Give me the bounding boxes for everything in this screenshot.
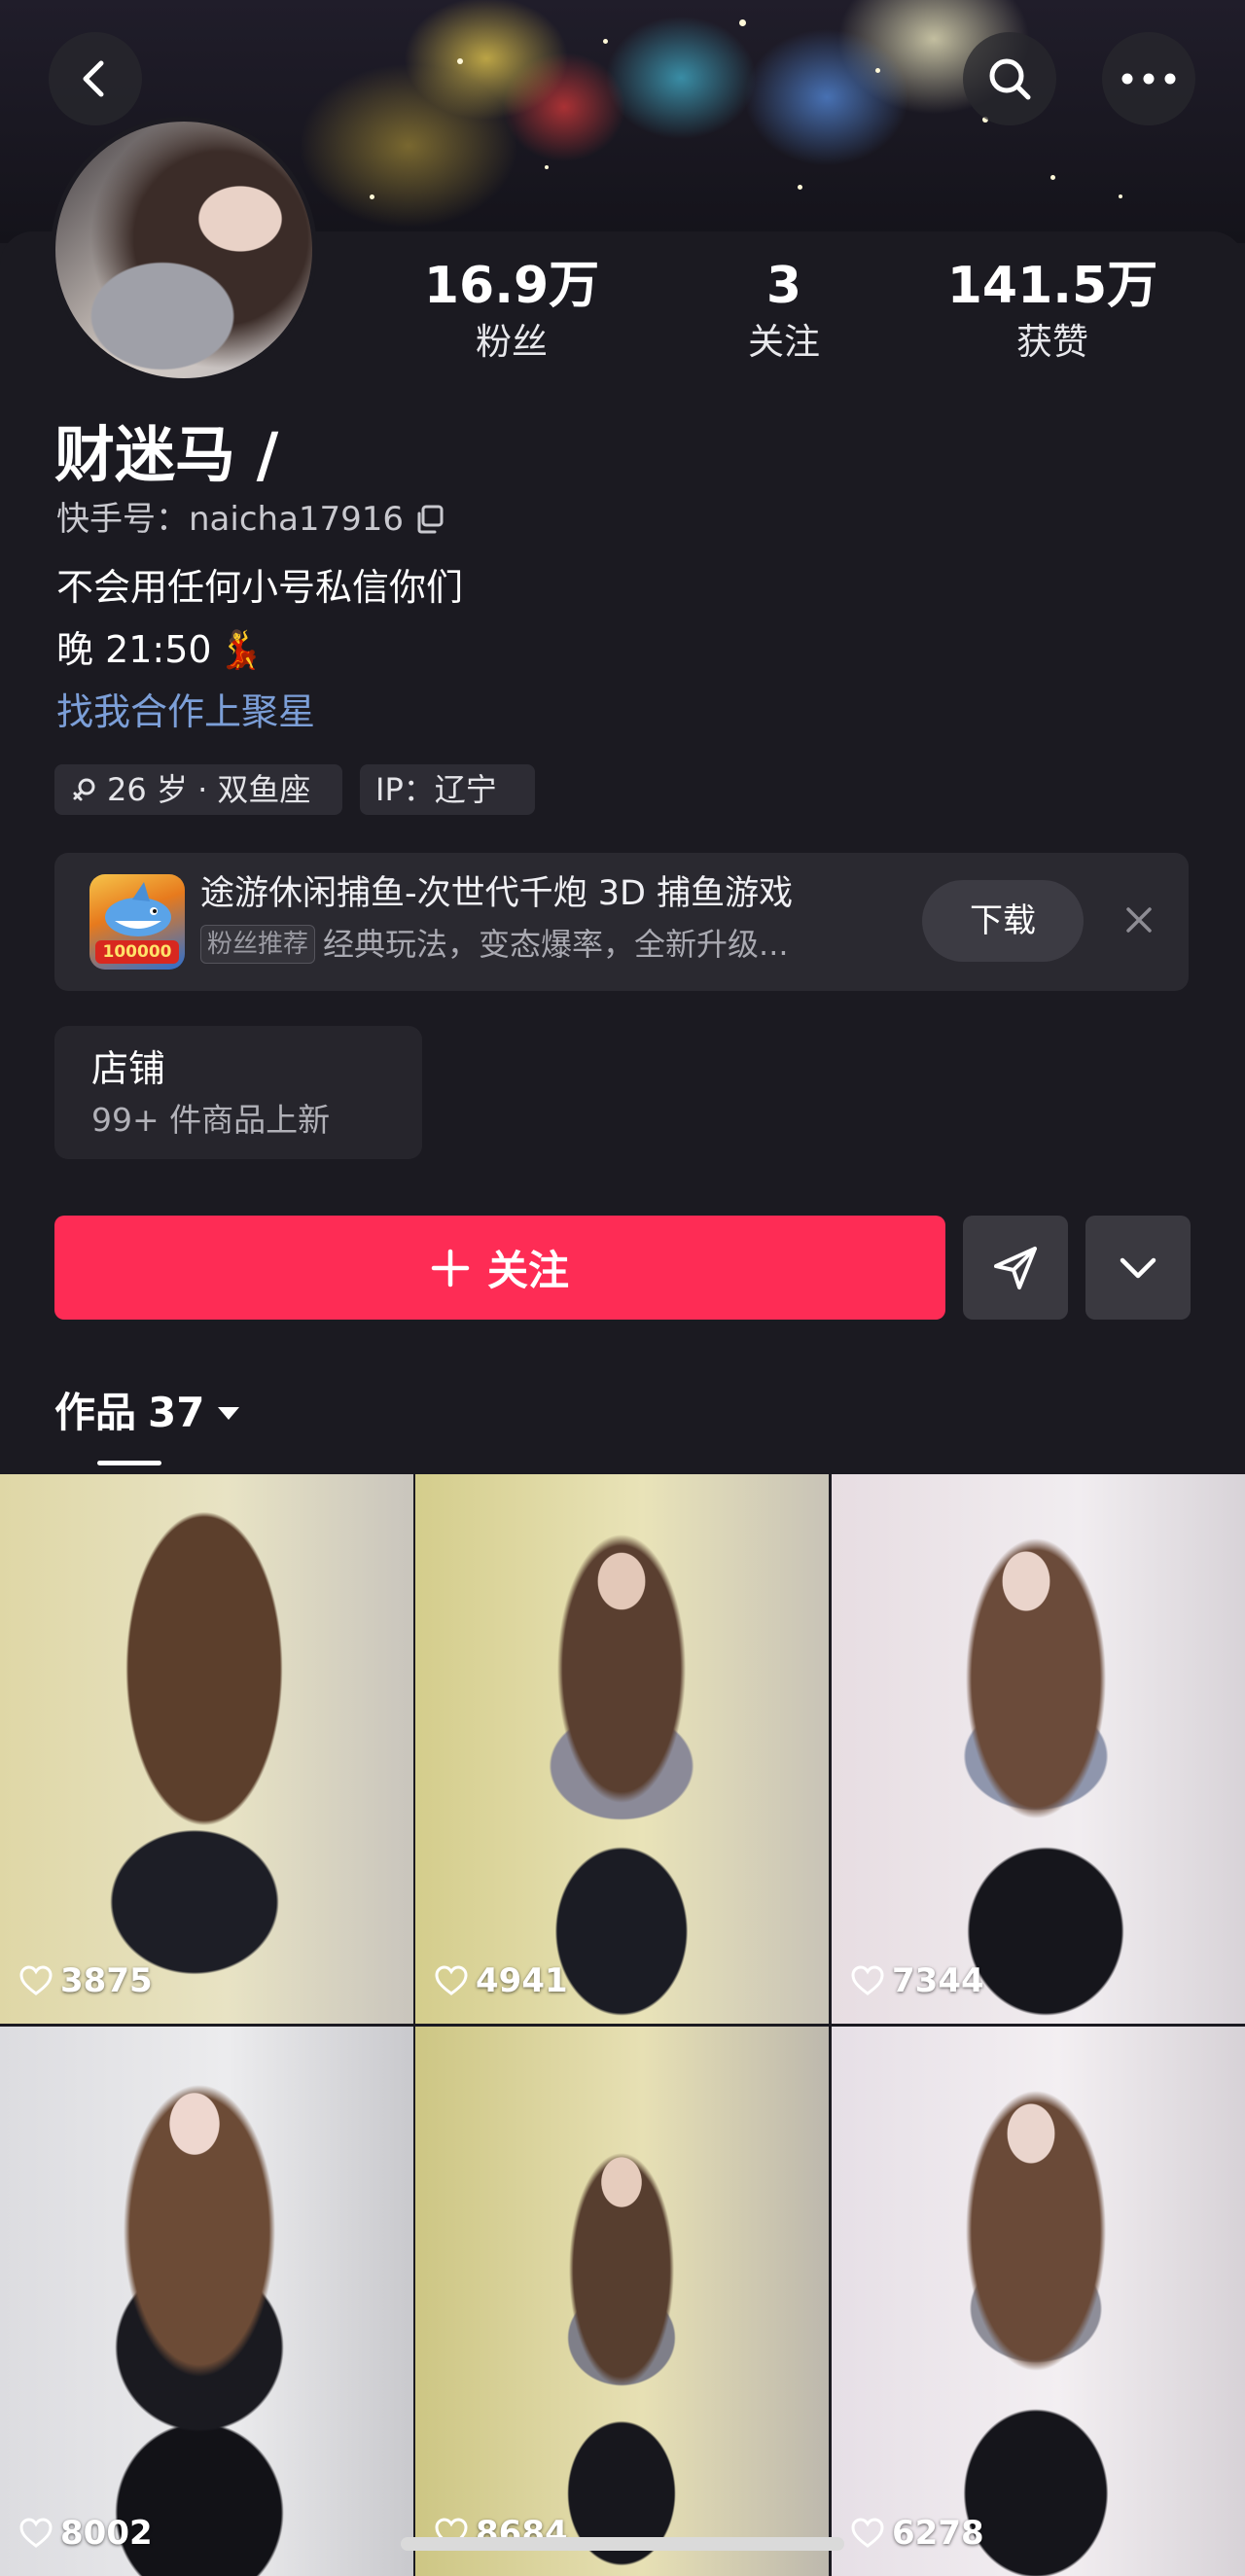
like-count-value: 8002 [60,2514,153,2553]
like-count-value: 4941 [476,1961,568,2000]
like-count: 7344 [851,1961,984,2000]
stat-following[interactable]: 3 关注 [677,255,891,368]
ad-card[interactable]: 100000 途游休闲捕鱼-次世代千炮 3D 捕鱼游戏 粉丝推荐 经典玩法，变态… [54,853,1189,991]
like-count: 4941 [435,1961,568,2000]
video-thumbnail[interactable]: 7344 [832,1474,1245,2024]
bio-line-1: 不会用任何小号私信你们 [56,566,464,609]
ad-subtitle-row: 粉丝推荐 经典玩法，变态爆率，全新升级... [200,923,789,966]
stat-value: 16.9万 [423,257,600,315]
tab-works-label: 作品 [54,1389,137,1436]
dancer-emoji: 💃 [217,628,264,671]
copy-icon[interactable] [413,503,446,536]
ad-close-button[interactable] [1115,896,1163,944]
like-count: 6278 [851,2514,984,2553]
stat-likes[interactable]: 141.5万 获赞 [945,255,1159,368]
send-icon [994,1246,1037,1289]
ad-badge: 粉丝推荐 [200,925,316,964]
plus-icon [431,1249,470,1287]
age-tag: 26 岁 · 双鱼座 [54,764,342,815]
heart-icon [435,1965,468,1995]
video-thumbnail[interactable]: 4941 [415,1474,829,2024]
more-button[interactable] [1102,32,1195,125]
like-count-value: 3875 [60,1961,153,2000]
video-thumbnail[interactable]: 3875 [0,1474,413,2024]
video-thumbnail[interactable]: 8684 [415,2027,829,2576]
bio-link[interactable]: 找我合作上聚星 [56,687,315,737]
avatar[interactable] [51,117,317,383]
stat-label: 粉丝 [476,321,548,363]
kuaishou-id-text: 快手号：naicha17916 [56,500,405,539]
video-thumbnail[interactable]: 6278 [832,2027,1245,2576]
shark-icon [105,882,171,936]
follow-button[interactable]: 关注 [54,1216,945,1320]
shop-subtitle: 99+ 件商品上新 [91,1101,331,1139]
stat-value: 3 [765,257,802,315]
chevron-down-icon [1120,1257,1156,1278]
ip-tag: IP：辽宁 [360,764,535,815]
more-horizontal-icon [1121,73,1176,85]
caret-down-icon [218,1407,240,1420]
tab-works-count: 37 [148,1389,205,1436]
shop-card[interactable]: 店铺 99+ 件商品上新 [54,1026,422,1159]
like-count-value: 7344 [892,1961,984,2000]
female-icon [73,778,95,801]
stat-label: 获赞 [1016,321,1088,363]
stat-label: 关注 [748,321,820,363]
ad-title[interactable]: 途游休闲捕鱼-次世代千炮 3D 捕鱼游戏 [200,870,793,917]
expand-recommend-button[interactable] [1085,1216,1191,1320]
like-count: 3875 [19,1961,153,2000]
ad-subtitle: 经典玩法，变态爆率，全新升级... [323,926,789,963]
bio-line-2: 晚 21:50 💃 [56,624,264,675]
age-tag-label: 26 岁 · 双鱼座 [107,771,311,808]
search-icon [989,58,1031,100]
chevron-left-icon [83,60,104,97]
like-count-value: 6278 [892,2514,984,2553]
heart-icon [851,2518,884,2548]
nickname: 财迷马 / [54,419,279,490]
message-button[interactable] [963,1216,1068,1320]
tab-underline [97,1461,161,1465]
follow-label: 关注 [486,1247,569,1294]
bio-line-2-text: 晚 21:50 [56,628,212,671]
shop-title: 店铺 [91,1047,166,1090]
close-icon [1126,907,1152,933]
ip-tag-label: IP：辽宁 [375,771,497,808]
works-grid: 3875 4941 7344 8002 8684 6278 [0,1474,1245,2576]
stat-fans[interactable]: 16.9万 粉丝 [405,255,619,368]
like-count: 8002 [19,2514,153,2553]
heart-icon [19,1965,53,1995]
ad-download-button[interactable]: 下载 [922,880,1084,962]
game-icon-badge: 100000 [95,940,179,964]
game-app-icon[interactable]: 100000 [89,874,185,970]
heart-icon [851,1965,884,1995]
heart-icon [19,2518,53,2548]
profile-page: 16.9万 粉丝 3 关注 141.5万 获赞 财迷马 / 快手号：naicha… [0,0,1245,2576]
search-button[interactable] [963,32,1056,125]
tab-works[interactable]: 作品 37 [54,1383,241,1443]
stat-value: 141.5万 [946,257,1158,315]
home-indicator[interactable] [401,2537,844,2551]
back-button[interactable] [49,32,142,125]
kuaishou-id[interactable]: 快手号：naicha17916 [56,498,446,541]
video-thumbnail[interactable]: 8002 [0,2027,413,2576]
